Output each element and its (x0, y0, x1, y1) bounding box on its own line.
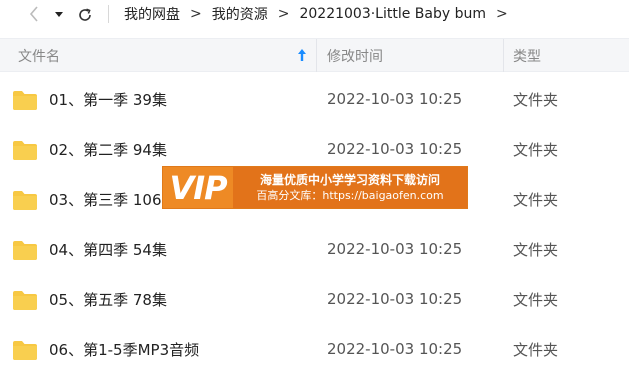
vip-badge: VIP (163, 167, 233, 208)
file-modified: 2022-10-03 10:25 (327, 240, 463, 258)
column-divider[interactable] (316, 39, 317, 72)
watermark-line-2: 百高分文库：https://baigaofen.com (256, 189, 444, 202)
folder-icon (13, 141, 37, 160)
back-button[interactable] (26, 3, 42, 25)
navigation-toolbar: 我的网盘 > 我的资源 > 20221003·Little Baby bum > (0, 0, 629, 30)
file-modified: 2022-10-03 10:25 (327, 340, 463, 358)
file-row[interactable]: 01、第一季 39集 2022-10-03 10:25 文件夹 (0, 74, 629, 124)
watermark-line-1: 海量优质中小学学习资料下载访问 (259, 173, 440, 187)
file-row[interactable]: 06、第1-5季MP3音频 2022-10-03 10:25 文件夹 (0, 324, 629, 374)
folder-icon (13, 91, 37, 110)
file-type: 文件夹 (513, 240, 559, 259)
refresh-button[interactable] (76, 4, 94, 26)
history-dropdown-button[interactable] (52, 4, 66, 26)
folder-icon (13, 191, 37, 210)
file-name[interactable]: 01、第一季 39集 (49, 74, 167, 124)
column-divider[interactable] (503, 39, 504, 72)
file-row[interactable]: 05、第五季 78集 2022-10-03 10:25 文件夹 (0, 274, 629, 324)
vip-watermark-banner: VIP 海量优质中小学学习资料下载访问 百高分文库：https://baigao… (162, 166, 468, 209)
refresh-icon (79, 8, 91, 21)
toolbar-divider (108, 5, 109, 23)
file-list-header: 文件名 修改时间 类型 (0, 38, 629, 72)
file-name[interactable]: 02、第二季 94集 (49, 124, 167, 174)
folder-icon (13, 341, 37, 360)
file-row[interactable]: 04、第四季 54集 2022-10-03 10:25 文件夹 (0, 224, 629, 274)
breadcrumb: 我的网盘 > 我的资源 > 20221003·Little Baby bum > (124, 3, 518, 25)
file-type: 文件夹 (513, 90, 559, 109)
file-type: 文件夹 (513, 190, 559, 209)
file-modified: 2022-10-03 10:25 (327, 290, 463, 308)
file-type: 文件夹 (513, 140, 559, 159)
breadcrumb-separator: > (190, 6, 202, 22)
file-name[interactable]: 05、第五季 78集 (49, 274, 167, 324)
column-header-name[interactable]: 文件名 (18, 39, 310, 72)
watermark-text-block: 海量优质中小学学习资料下载访问 百高分文库：https://baigaofen.… (233, 167, 467, 208)
file-type: 文件夹 (513, 290, 559, 309)
file-modified: 2022-10-03 10:25 (327, 90, 463, 108)
caret-down-icon (55, 12, 63, 17)
column-header-type[interactable]: 类型 (513, 39, 623, 72)
folder-icon (13, 291, 37, 310)
vip-badge-text: VIP (169, 168, 227, 207)
sort-ascending-icon[interactable] (296, 48, 308, 62)
folder-icon (13, 241, 37, 260)
breadcrumb-item-current-folder[interactable]: 20221003·Little Baby bum (299, 6, 486, 22)
breadcrumb-separator[interactable]: > (496, 6, 508, 22)
chevron-left-icon (29, 6, 38, 22)
breadcrumb-separator: > (277, 6, 290, 22)
breadcrumb-item-my-resources[interactable]: 我的资源 (212, 4, 268, 24)
file-name[interactable]: 03、第三季 106集 (49, 174, 177, 224)
column-header-modified[interactable]: 修改时间 (327, 39, 502, 72)
file-type: 文件夹 (513, 340, 559, 359)
file-name[interactable]: 04、第四季 54集 (49, 224, 167, 274)
breadcrumb-item-my-drive[interactable]: 我的网盘 (124, 4, 180, 24)
file-name[interactable]: 06、第1-5季MP3音频 (49, 324, 199, 374)
